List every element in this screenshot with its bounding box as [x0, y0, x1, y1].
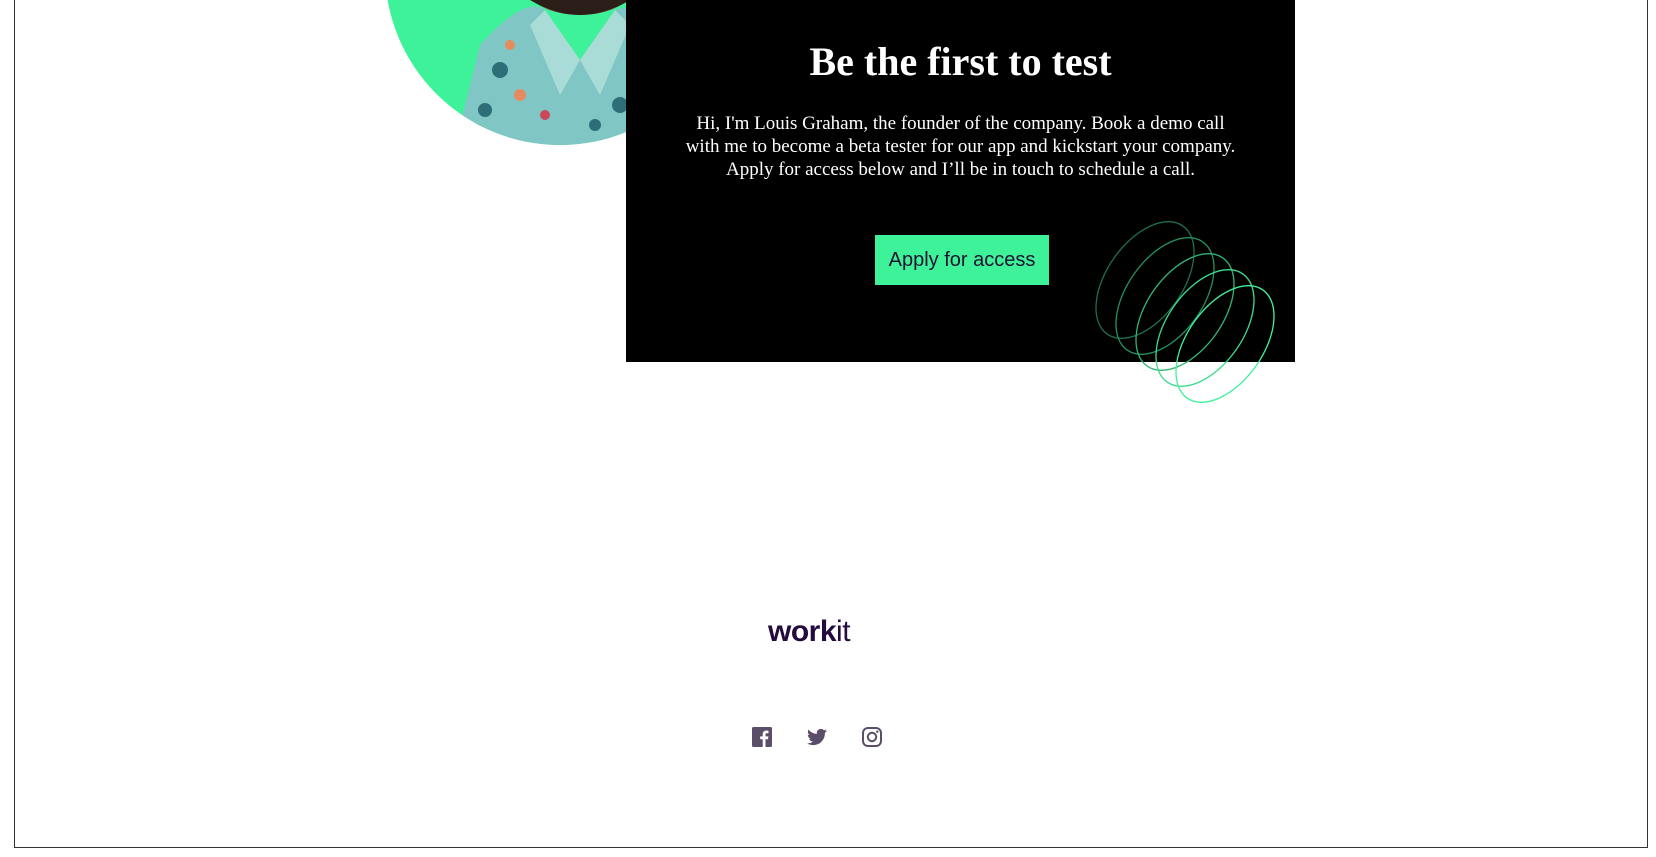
- cta-title: Be the first to test: [809, 39, 1112, 84]
- social-links: [750, 725, 900, 751]
- decorative-rings: [1095, 221, 1275, 403]
- twitter-icon[interactable]: [805, 725, 829, 749]
- instagram-icon[interactable]: [860, 725, 884, 749]
- apply-for-access-button[interactable]: Apply for access: [875, 235, 1049, 285]
- cta-description: Hi, I'm Louis Graham, the founder of the…: [685, 113, 1236, 180]
- logo-light-part: it: [836, 615, 851, 648]
- logo-bold-part: work: [768, 615, 837, 648]
- brand-logo[interactable]: workit: [768, 615, 851, 649]
- facebook-icon[interactable]: [750, 725, 774, 749]
